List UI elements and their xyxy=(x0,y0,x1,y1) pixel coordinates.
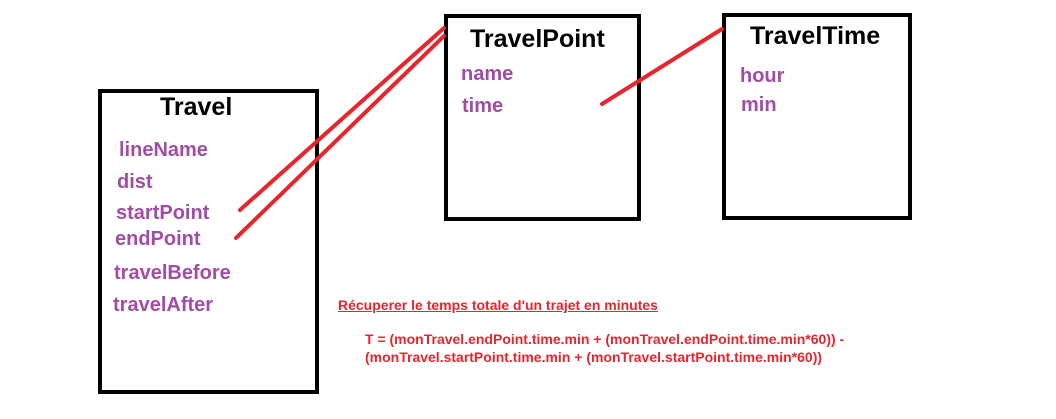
formula-line-2: (monTravel.startPoint.time.min + (monTra… xyxy=(365,349,823,365)
travel-attr-dist: dist xyxy=(117,171,153,193)
travelpoint-attr-time: time xyxy=(462,95,504,117)
note-formula: T = (monTravel.endPoint.time.min + (monT… xyxy=(365,330,844,366)
travel-attr-startpoint: startPoint xyxy=(116,202,210,224)
note-heading: Récuperer le temps totale d'un trajet en… xyxy=(338,297,658,313)
travel-attr-endpoint: endPoint xyxy=(115,228,201,250)
traveltime-attr-hour: hour xyxy=(740,65,785,87)
traveltime-class-title: TravelTime xyxy=(750,22,881,50)
travel-attr-linename: lineName xyxy=(119,139,208,161)
travelpoint-attr-name: name xyxy=(461,63,514,85)
travel-attr-travelafter: travelAfter xyxy=(113,294,214,316)
travel-class-title: Travel xyxy=(160,93,233,121)
formula-line-1: T = (monTravel.endPoint.time.min + (monT… xyxy=(365,331,845,347)
travelpoint-class-title: TravelPoint xyxy=(470,25,605,53)
travel-attr-travelbefore: travelBefore xyxy=(114,262,231,284)
traveltime-attr-min: min xyxy=(741,94,777,116)
class-diagram-canvas: Travel lineName dist startPoint endPoint… xyxy=(0,0,1056,419)
